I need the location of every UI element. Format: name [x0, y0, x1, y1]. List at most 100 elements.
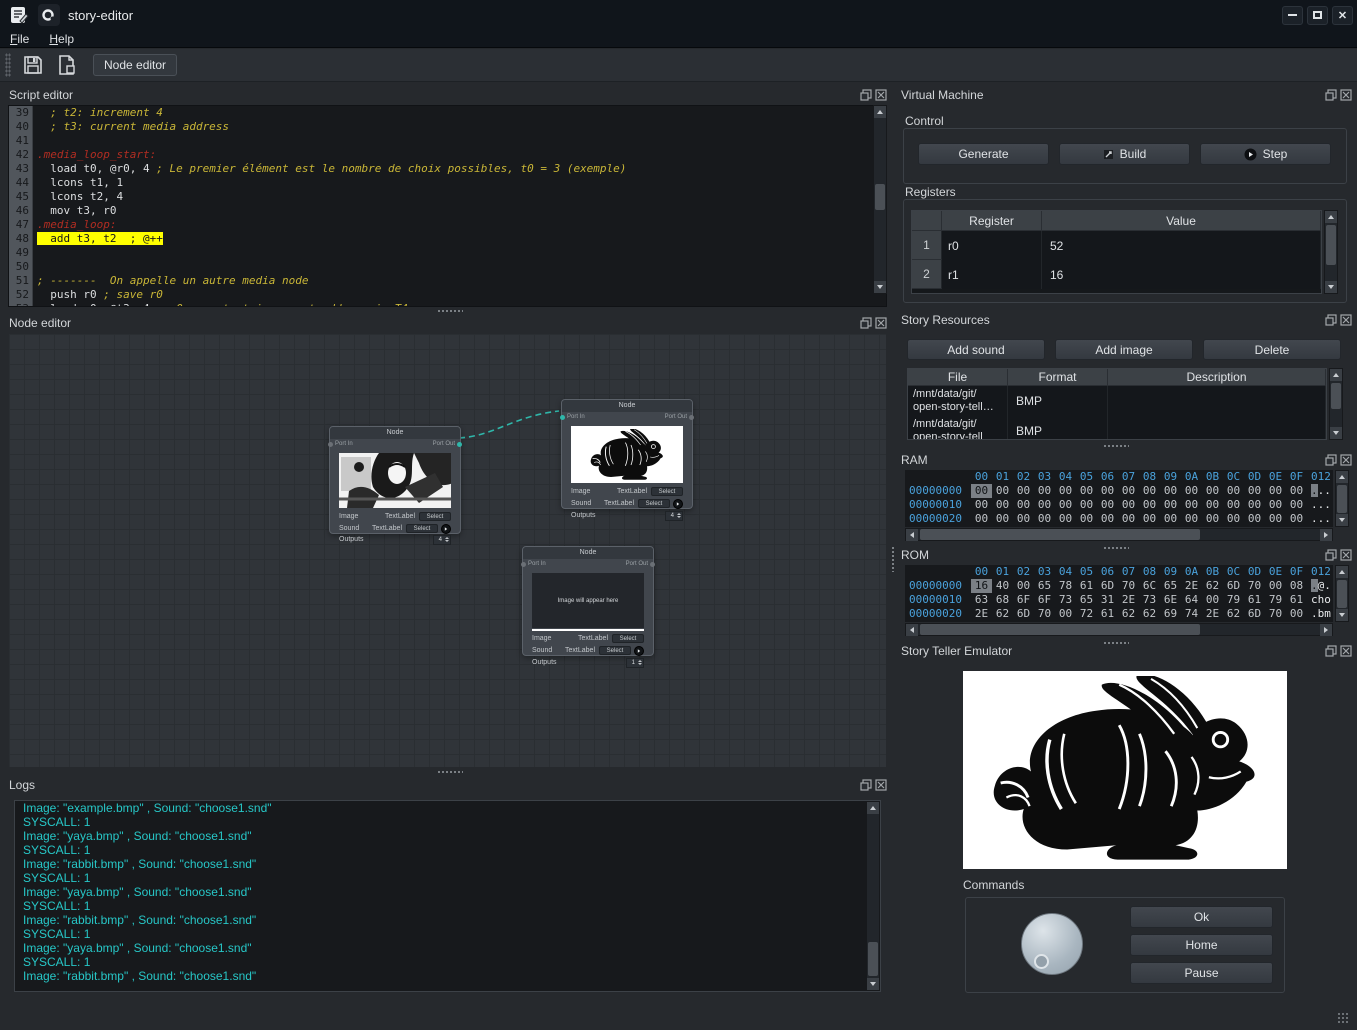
scroll-up-arrow[interactable]: [1336, 566, 1348, 578]
splitter-handle[interactable]: [437, 770, 463, 775]
outputs-spinner[interactable]: 4: [433, 535, 451, 545]
script-scrollbar[interactable]: [873, 105, 887, 294]
image-select-button[interactable]: Select: [419, 512, 451, 521]
code-line[interactable]: 45 lcons t2, 4: [9, 190, 886, 204]
outputs-spinner[interactable]: 1: [626, 658, 644, 668]
window-resize-grip[interactable]: [1337, 1012, 1349, 1024]
hex-byte[interactable]: 00: [1202, 498, 1223, 512]
hex-byte[interactable]: 00: [1055, 607, 1076, 621]
hex-byte[interactable]: 00: [1055, 484, 1076, 498]
hex-byte[interactable]: 00: [1265, 579, 1286, 593]
home-button[interactable]: Home: [1130, 934, 1273, 956]
hex-byte[interactable]: 00: [1286, 484, 1307, 498]
hex-byte[interactable]: 00: [1034, 498, 1055, 512]
code-line[interactable]: 52 push r0 ; save r0: [9, 288, 886, 302]
hex-byte[interactable]: 62: [1223, 607, 1244, 621]
hex-byte[interactable]: 00: [1013, 498, 1034, 512]
hex-byte[interactable]: 65: [1160, 579, 1181, 593]
rom-hex-view[interactable]: 000102030405060708090A0B0C0D0E0F01200000…: [905, 565, 1333, 622]
resource-row[interactable]: /mnt/data/git/open-story-tell…BMP: [908, 386, 1326, 416]
close-icon[interactable]: [1340, 314, 1352, 326]
save-icon[interactable]: [21, 53, 45, 77]
delete-button[interactable]: Delete: [1203, 339, 1341, 360]
hex-byte[interactable]: 00: [971, 512, 992, 526]
code-line[interactable]: 43 load t0, @r0, 4 ; Le premier élément …: [9, 162, 886, 176]
hex-byte[interactable]: 00: [1013, 512, 1034, 526]
hex-byte[interactable]: 2E: [1181, 579, 1202, 593]
splitter-handle[interactable]: [1103, 444, 1129, 449]
hex-byte[interactable]: 65: [1076, 593, 1097, 607]
ram-hex-view[interactable]: 000102030405060708090A0B0C0D0E0F01200000…: [905, 470, 1333, 527]
hex-byte[interactable]: 61: [1244, 593, 1265, 607]
hex-byte[interactable]: 6F: [1034, 593, 1055, 607]
hex-byte[interactable]: 78: [1055, 579, 1076, 593]
hex-byte[interactable]: 00: [1223, 512, 1244, 526]
hex-byte[interactable]: 00: [992, 512, 1013, 526]
hex-byte[interactable]: 73: [1055, 593, 1076, 607]
float-icon[interactable]: [860, 779, 872, 791]
ok-button[interactable]: Ok: [1130, 906, 1273, 928]
toolbar-grip[interactable]: [5, 53, 11, 77]
float-icon[interactable]: [1325, 645, 1337, 657]
hex-byte[interactable]: 00: [1013, 579, 1034, 593]
logs-scrollbar[interactable]: [866, 801, 880, 991]
generate-button[interactable]: Generate: [918, 143, 1049, 165]
close-icon[interactable]: [875, 779, 887, 791]
scroll-thumb[interactable]: [920, 529, 1200, 540]
code-line[interactable]: 40 ; t3: current media address: [9, 120, 886, 134]
hex-byte[interactable]: 00: [1202, 484, 1223, 498]
file-cell[interactable]: /mnt/data/git/open-story-tell: [908, 416, 1008, 440]
hex-byte[interactable]: 00: [1265, 484, 1286, 498]
scroll-down-arrow[interactable]: [1330, 427, 1342, 439]
media-node-1[interactable]: Node Port In Port Out ImageTextLabelSele: [329, 426, 461, 534]
hex-byte[interactable]: 00: [1139, 484, 1160, 498]
minimize-button[interactable]: [1282, 6, 1303, 25]
hex-byte[interactable]: 00: [1076, 512, 1097, 526]
hex-byte[interactable]: 68: [992, 593, 1013, 607]
close-icon[interactable]: [875, 89, 887, 101]
hex-byte[interactable]: 61: [1076, 579, 1097, 593]
hex-row[interactable]: 0000001000000000000000000000000000000000…: [905, 498, 1333, 512]
hex-byte[interactable]: 6E: [1160, 593, 1181, 607]
hex-byte[interactable]: 6C: [1139, 579, 1160, 593]
code-line[interactable]: 46 mov t3, r0: [9, 204, 886, 218]
hex-byte[interactable]: 00: [1118, 498, 1139, 512]
hex-byte[interactable]: 72: [1076, 607, 1097, 621]
hex-byte[interactable]: 16: [971, 579, 992, 593]
hex-byte[interactable]: 6D: [1244, 607, 1265, 621]
hex-byte[interactable]: 2E: [971, 607, 992, 621]
scroll-up-arrow[interactable]: [867, 802, 879, 814]
hex-byte[interactable]: 65: [1034, 579, 1055, 593]
hex-byte[interactable]: 79: [1265, 593, 1286, 607]
hex-byte[interactable]: 00: [1223, 484, 1244, 498]
close-icon[interactable]: [875, 317, 887, 329]
hex-byte[interactable]: 00: [1244, 484, 1265, 498]
hex-byte[interactable]: 6D: [1097, 579, 1118, 593]
hex-byte[interactable]: 79: [1223, 593, 1244, 607]
image-select-button[interactable]: Select: [651, 487, 683, 496]
registers-scrollbar[interactable]: [1324, 210, 1338, 294]
hex-byte[interactable]: 61: [1097, 607, 1118, 621]
scroll-thumb[interactable]: [1337, 485, 1347, 513]
port-out-dot[interactable]: [650, 562, 655, 567]
scroll-thumb[interactable]: [1337, 580, 1347, 608]
hex-byte[interactable]: 6D: [1013, 607, 1034, 621]
menu-help[interactable]: Help: [39, 31, 84, 47]
hex-byte[interactable]: 00: [1097, 498, 1118, 512]
code-line[interactable]: 51; ------- On appelle un autre media no…: [9, 274, 886, 288]
hex-row[interactable]: 0000002000000000000000000000000000000000…: [905, 512, 1333, 526]
hex-byte[interactable]: 00: [1181, 498, 1202, 512]
hex-byte[interactable]: 00: [1244, 512, 1265, 526]
hex-byte[interactable]: 00: [1202, 512, 1223, 526]
register-name-cell[interactable]: r0: [942, 231, 1042, 260]
node-title[interactable]: Node: [523, 547, 653, 559]
hex-byte[interactable]: 62: [992, 607, 1013, 621]
hex-byte[interactable]: 00: [1013, 484, 1034, 498]
hex-byte[interactable]: 70: [1118, 579, 1139, 593]
file-cell[interactable]: /mnt/data/git/open-story-tell…: [908, 386, 1008, 416]
column-splitter-handle[interactable]: [891, 546, 896, 572]
hex-byte[interactable]: 00: [1160, 484, 1181, 498]
code-editor[interactable]: 39 ; t2: increment 440 ; t3: current med…: [8, 105, 887, 307]
add-sound-button[interactable]: Add sound: [907, 339, 1045, 360]
play-sound-icon[interactable]: [634, 646, 644, 656]
